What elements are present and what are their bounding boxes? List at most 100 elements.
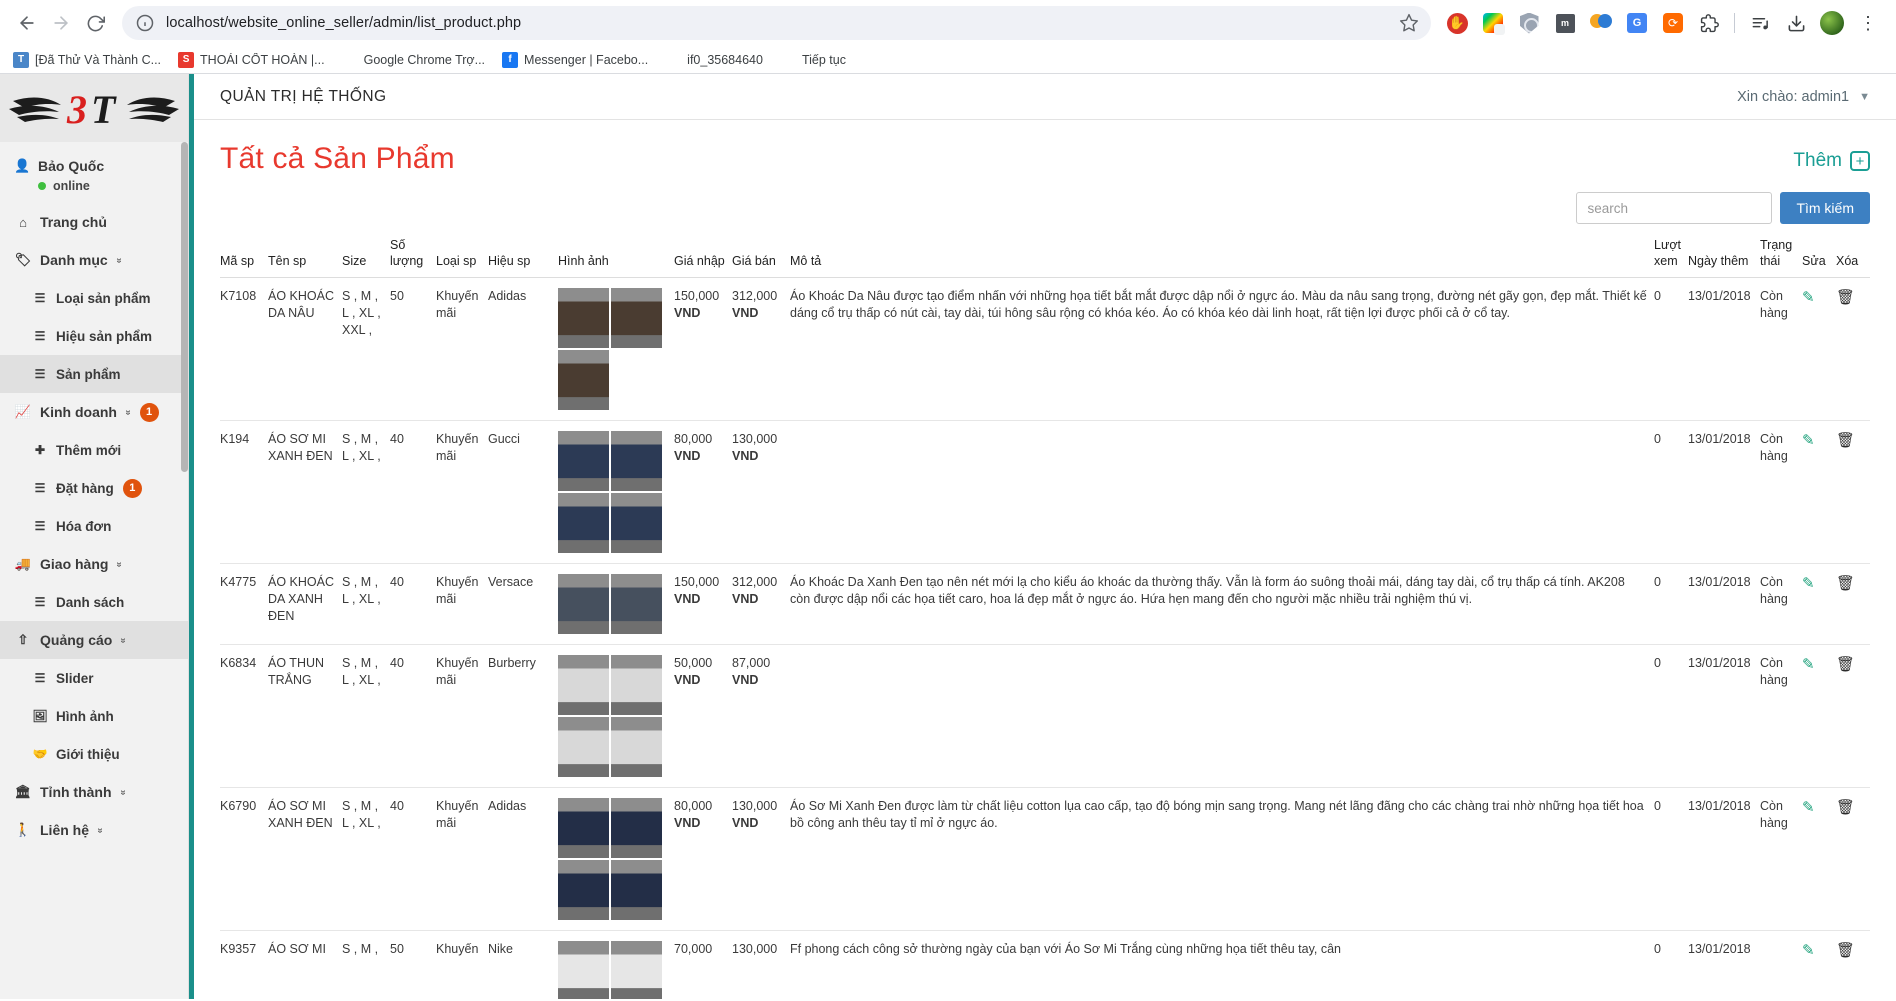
puzzle-extensions-icon[interactable] [1694, 8, 1724, 38]
three-dot-menu-icon[interactable]: ⋮ [1853, 8, 1883, 38]
playlist-icon[interactable] [1745, 8, 1775, 38]
cell-sua: ✎ [1802, 421, 1836, 564]
pencil-icon[interactable]: ✎ [1802, 575, 1815, 592]
sidebar-item-16[interactable]: 🚶Liên hệ» [0, 811, 188, 849]
cell-loai-sp: Khuyến [436, 931, 488, 999]
trash-icon[interactable]: 🗑 [1836, 432, 1855, 449]
site-info-icon[interactable] [136, 14, 154, 32]
trash-icon[interactable]: 🗑 [1836, 799, 1855, 816]
cell-luot-xem: 0 [1654, 564, 1688, 645]
cell-gia-ban-value: 130,000 [732, 799, 777, 813]
product-thumbnail[interactable] [611, 431, 662, 491]
product-thumbnail[interactable] [611, 941, 662, 999]
product-thumbnail[interactable] [611, 798, 662, 858]
forward-button[interactable] [44, 6, 78, 40]
pencil-icon[interactable]: ✎ [1802, 289, 1815, 306]
bookmark-star-icon[interactable] [1399, 13, 1419, 33]
sidebar-item-9[interactable]: 🚚Giao hàng» [0, 545, 188, 583]
sidebar-item-5[interactable]: 📈Kinh doanh»1 [0, 393, 188, 431]
table-row: K6834ÁO THUN TRẮNGS , M , L , XL ,40Khuy… [220, 645, 1870, 788]
sidebar-item-6[interactable]: ✚Thêm mới [0, 431, 188, 469]
cell-hinh-anh [558, 564, 674, 645]
sidebar-item-3[interactable]: ☰Hiệu sản phẩm [0, 317, 188, 355]
product-thumbnail[interactable] [558, 288, 609, 348]
product-thumbnail[interactable] [558, 717, 609, 777]
product-thumbnail[interactable] [611, 860, 662, 920]
sidebar-user[interactable]: 👤 Bảo Quốc [14, 158, 188, 174]
sidebar-item-15[interactable]: 🏛Tỉnh thành» [0, 773, 188, 811]
trash-icon[interactable]: 🗑 [1836, 575, 1855, 592]
sidebar-item-2[interactable]: ☰Loại sản phẩm [0, 279, 188, 317]
product-thumbnail[interactable] [611, 288, 662, 348]
th-mo-ta: Mô tả [790, 234, 1654, 278]
product-thumbnail[interactable] [611, 655, 662, 715]
product-thumbnail[interactable] [558, 798, 609, 858]
product-thumbnail[interactable] [611, 493, 662, 553]
product-thumbnail[interactable] [558, 350, 609, 410]
table-row: K7108ÁO KHOÁC DA NÂUS , M , L , XL , XXL… [220, 278, 1870, 421]
cell-hieu-sp: Versace [488, 564, 558, 645]
th-trang-thai: Trạng thái [1760, 234, 1802, 278]
bookmark-item[interactable]: S THOÁI CỐT HOÀN |... [173, 49, 333, 71]
bookmark-item[interactable]: f Messenger | Facebo... [497, 49, 656, 71]
cell-hieu-sp: Adidas [488, 788, 558, 931]
pencil-icon[interactable]: ✎ [1802, 799, 1815, 816]
sync-icon[interactable]: ⟳ [1658, 8, 1688, 38]
bookmark-item[interactable]: G Google Chrome Trợ... [337, 49, 493, 71]
sidebar-item-4[interactable]: ☰Sản phẩm [0, 355, 188, 393]
colorful-square-icon[interactable] [1478, 8, 1508, 38]
sidebar-item-14[interactable]: 🤝Giới thiệu [0, 735, 188, 773]
wordpress-icon[interactable] [1586, 8, 1616, 38]
address-bar[interactable]: localhost/website_online_seller/admin/li… [122, 6, 1431, 40]
sidebar-item-8[interactable]: ☰Hóa đơn [0, 507, 188, 545]
cell-gia-ban: 130,000VND [732, 788, 790, 931]
pencil-icon[interactable]: ✎ [1802, 432, 1815, 449]
trash-icon[interactable]: 🗑 [1836, 656, 1855, 673]
search-button[interactable]: Tìm kiếm [1780, 192, 1870, 224]
bookmark-item[interactable]: ✎ Tiếp tục [775, 49, 854, 71]
user-greeting[interactable]: Xin chào: admin1 ▼ [1737, 89, 1870, 105]
pencil-icon[interactable]: ✎ [1802, 942, 1815, 959]
google-translate-icon[interactable]: G [1622, 8, 1652, 38]
search-input[interactable] [1576, 192, 1772, 224]
product-thumbnail[interactable] [558, 431, 609, 491]
bookmark-item[interactable]: ∞ if0_35684640 [660, 49, 771, 71]
list-icon: ☰ [32, 329, 48, 343]
document-icon[interactable]: m [1550, 8, 1580, 38]
cell-gia-nhap: 150,000VND [674, 278, 732, 421]
sidebar-item-10[interactable]: ☰Danh sách [0, 583, 188, 621]
trash-icon[interactable]: 🗑 [1836, 942, 1855, 959]
cell-size: S , M , L , XL , [342, 645, 390, 788]
profile-avatar[interactable] [1817, 8, 1847, 38]
add-product-button[interactable]: Thêm + [1793, 150, 1870, 176]
cell-so-luong: 40 [390, 564, 436, 645]
product-thumbnail[interactable] [558, 574, 609, 634]
adblock-icon[interactable]: ✋ [1442, 8, 1472, 38]
sidebar-item-13[interactable]: 🖼Hình ảnh [0, 697, 188, 735]
product-thumbnail[interactable] [611, 574, 662, 634]
chevron-double-down-icon: » [94, 827, 105, 833]
reload-icon [86, 14, 105, 33]
pencil-icon[interactable]: ✎ [1802, 656, 1815, 673]
download-icon[interactable] [1781, 8, 1811, 38]
product-thumbnail[interactable] [558, 860, 609, 920]
product-thumbnail[interactable] [558, 941, 609, 999]
back-button[interactable] [10, 6, 44, 40]
product-thumbnail[interactable] [558, 655, 609, 715]
product-thumbnail[interactable] [558, 493, 609, 553]
bookmark-item[interactable]: T [Đã Thử Và Thành C... [8, 49, 169, 71]
cell-size: S , M , L , XL , XXL , [342, 278, 390, 421]
reload-button[interactable] [78, 6, 112, 40]
sidebar-item-1[interactable]: 🏷Danh mục» [0, 241, 188, 279]
sidebar-item-11[interactable]: ⇧Quảng cáo» [0, 621, 188, 659]
trash-icon[interactable]: 🗑 [1836, 289, 1855, 306]
sidebar-scrollbar[interactable] [181, 142, 188, 472]
cell-ngay-them: 13/01/2018 [1688, 788, 1760, 931]
sidebar-item-12[interactable]: ☰Slider [0, 659, 188, 697]
sidebar-item-label: Danh mục [40, 252, 108, 268]
sidebar-item-7[interactable]: ☰Đặt hàng1 [0, 469, 188, 507]
site-logo[interactable]: 3 T [0, 74, 188, 142]
product-thumbnail[interactable] [611, 717, 662, 777]
shield-icon[interactable] [1514, 8, 1544, 38]
sidebar-item-0[interactable]: ⌂Trang chủ [0, 203, 188, 241]
